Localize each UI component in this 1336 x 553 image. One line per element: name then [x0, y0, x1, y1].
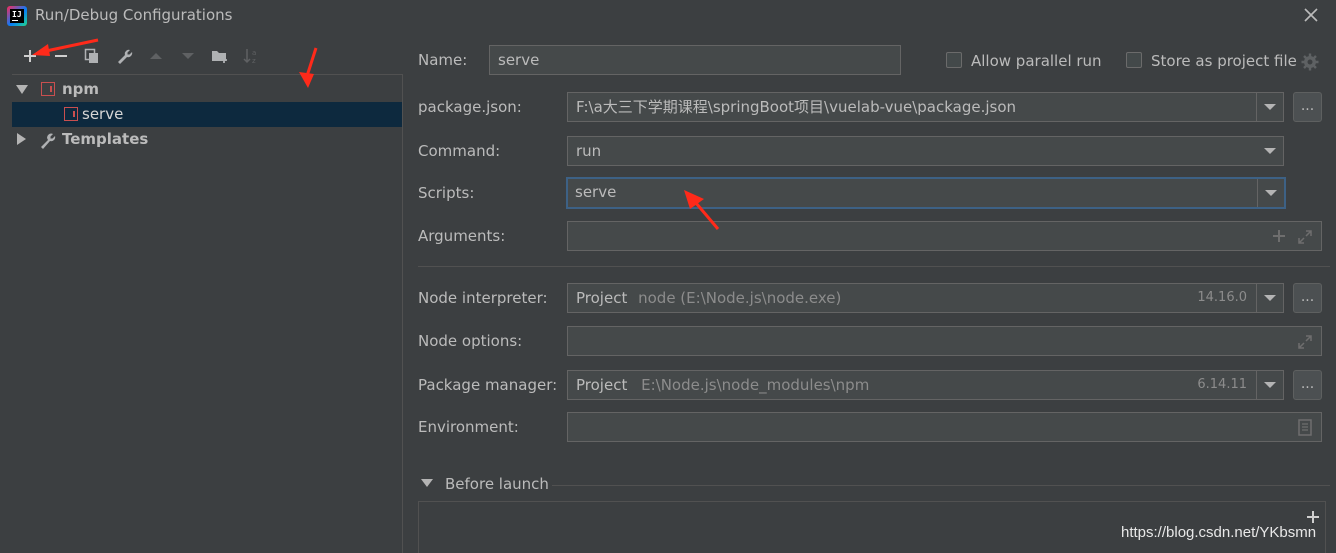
document-icon[interactable] [1298, 419, 1312, 436]
scripts-label: Scripts: [418, 184, 475, 202]
package-json-browse-button[interactable]: ... [1293, 92, 1322, 122]
edit-defaults-button[interactable] [108, 44, 140, 68]
tree-item-templates[interactable]: Templates [12, 127, 402, 152]
sort-alpha-icon: a z [243, 49, 256, 65]
package-json-label: package.json: [418, 98, 522, 116]
gear-icon[interactable] [1301, 53, 1319, 71]
move-down-button[interactable] [172, 44, 204, 68]
svg-text:z: z [252, 57, 256, 65]
arrow-down-icon [182, 53, 194, 59]
npm-icon [64, 107, 78, 121]
allow-parallel-checkbox[interactable] [946, 52, 962, 68]
logo-text: IJ [12, 10, 22, 19]
command-value: run [576, 142, 602, 160]
package-manager-combobox[interactable]: Project E:\Node.js\node_modules\npm 6.14… [567, 370, 1284, 400]
before-launch-label[interactable]: Before launch [445, 475, 549, 493]
arrow-up-icon [150, 53, 162, 59]
npm-icon [41, 82, 55, 96]
sort-button[interactable]: a z [236, 44, 268, 68]
plus-icon[interactable] [1272, 229, 1286, 243]
node-version: 14.16.0 [1197, 290, 1247, 305]
arguments-label: Arguments: [418, 227, 506, 245]
scripts-value: serve [575, 183, 617, 201]
dropdown-arrow-icon[interactable] [1257, 179, 1284, 207]
section-separator [418, 266, 1330, 267]
plus-icon[interactable] [1305, 509, 1321, 525]
package-manager-value: E:\Node.js\node_modules\npm [641, 376, 870, 394]
tree-item-npm[interactable]: npm [12, 77, 402, 102]
node-interpreter-combobox[interactable]: Project node (E:\Node.js\node.exe) 14.16… [567, 283, 1284, 313]
expand-icon[interactable] [1297, 229, 1313, 245]
dropdown-arrow-icon[interactable] [1256, 137, 1283, 165]
expand-triangle-icon[interactable] [421, 479, 433, 489]
tree-item-label: Templates [62, 130, 149, 148]
package-json-combobox[interactable]: F:\a大三下学期课程\springBoot项目\vuelab-vue\pack… [567, 92, 1284, 122]
intellij-logo-icon: IJ [7, 6, 27, 26]
configuration-editor: Name: serve Allow parallel run Store as … [404, 32, 1336, 553]
node-interpreter-prefix: Project [576, 289, 628, 307]
environment-input[interactable] [567, 412, 1322, 442]
move-up-button[interactable] [140, 44, 172, 68]
environment-label: Environment: [418, 418, 519, 436]
expand-triangle-icon[interactable] [16, 85, 28, 95]
configurations-panel: a z npm serve Templates [0, 32, 404, 553]
store-project-label: Store as project file [1151, 52, 1297, 70]
annotation-arrow-serve [299, 47, 318, 88]
package-json-value: F:\a大三下学期课程\springBoot项目\vuelab-vue\pack… [576, 98, 1017, 116]
title-bar: IJ Run/Debug Configurations [0, 0, 1336, 32]
store-project-checkbox[interactable] [1126, 52, 1142, 68]
package-manager-label: Package manager: [418, 376, 558, 394]
close-icon[interactable] [1302, 6, 1320, 24]
name-input[interactable]: serve [489, 45, 901, 75]
package-manager-browse-button[interactable]: ... [1293, 370, 1322, 400]
npm-version: 6.14.11 [1197, 377, 1247, 392]
name-label: Name: [418, 51, 468, 69]
package-manager-prefix: Project [576, 376, 628, 394]
node-options-label: Node options: [418, 332, 523, 350]
expand-icon[interactable] [1297, 334, 1313, 350]
command-combobox[interactable]: run [567, 136, 1284, 166]
folder-add-icon [212, 51, 227, 63]
svg-text:a: a [252, 49, 256, 57]
annotation-arrow-scripts [684, 190, 720, 230]
dropdown-arrow-icon[interactable] [1256, 371, 1283, 399]
window-title: Run/Debug Configurations [35, 6, 233, 24]
wrench-icon [41, 133, 56, 149]
wrench-icon [118, 49, 133, 64]
collapse-triangle-icon[interactable] [17, 133, 27, 145]
arguments-input[interactable] [567, 221, 1322, 251]
watermark-text: https://blog.csdn.net/YKbsmn [1121, 524, 1317, 541]
dropdown-arrow-icon[interactable] [1256, 93, 1283, 121]
tree-item-label: npm [62, 80, 100, 98]
new-folder-button[interactable] [204, 44, 236, 68]
scripts-combobox[interactable]: serve [566, 177, 1286, 209]
node-options-input[interactable] [567, 326, 1322, 356]
tree-item-serve[interactable]: serve [12, 102, 402, 127]
configuration-tree: npm serve Templates [12, 74, 403, 553]
before-launch-divider [552, 485, 1330, 486]
tree-item-label: serve [82, 105, 124, 123]
node-interpreter-label: Node interpreter: [418, 289, 548, 307]
command-label: Command: [418, 142, 501, 160]
node-interpreter-browse-button[interactable]: ... [1293, 283, 1322, 313]
allow-parallel-label: Allow parallel run [971, 52, 1102, 70]
node-interpreter-value: node (E:\Node.js\node.exe) [638, 289, 842, 307]
dropdown-arrow-icon[interactable] [1256, 284, 1283, 312]
annotation-arrow-add [32, 38, 99, 56]
